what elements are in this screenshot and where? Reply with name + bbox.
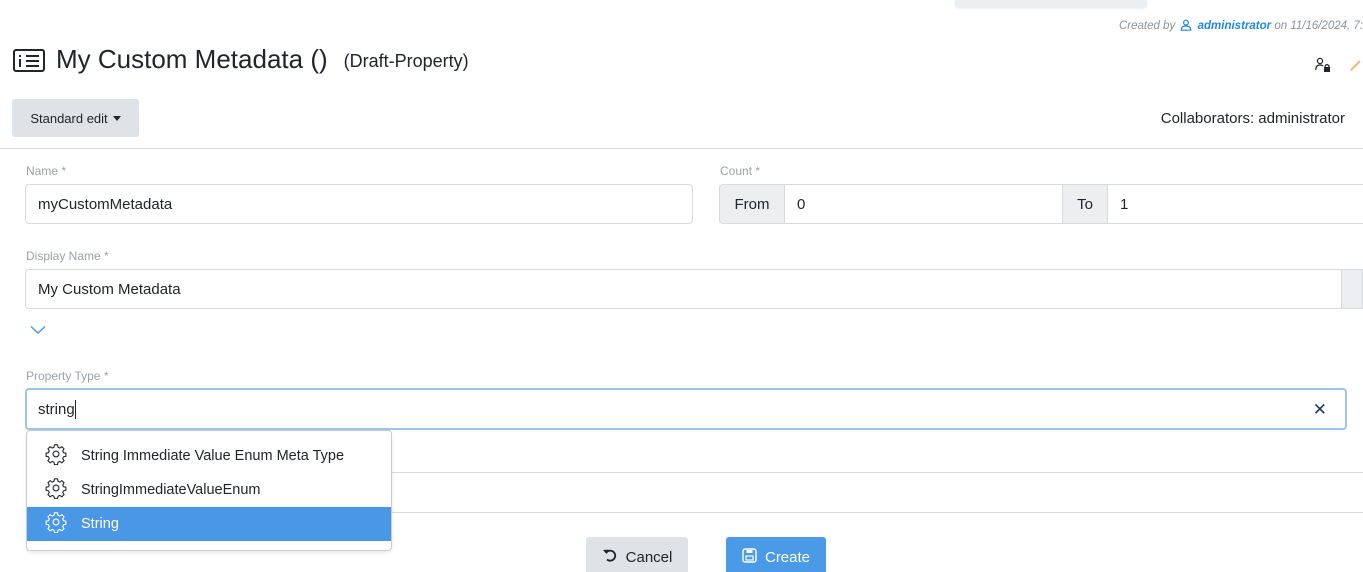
top-notification-strip xyxy=(955,0,1147,8)
create-label: Create xyxy=(764,548,811,566)
display-name-input[interactable]: My Custom Metadata xyxy=(25,269,1343,309)
close-icon[interactable]: ✕ xyxy=(1313,401,1327,418)
caret-down-icon xyxy=(112,115,121,121)
page-header: My Custom Metadata () (Draft-Property) xyxy=(12,44,469,75)
save-icon xyxy=(742,547,757,567)
edit-icon[interactable] xyxy=(1349,57,1363,78)
created-prefix: Created by xyxy=(1118,20,1176,32)
create-button[interactable]: Create xyxy=(726,537,826,572)
display-name-label: Display Name * xyxy=(26,249,109,263)
property-type-input[interactable]: string ✕ xyxy=(25,388,1347,430)
created-by-line: Created by administrator on 11/16/2024, … xyxy=(1119,19,1363,34)
gear-icon xyxy=(45,477,67,503)
name-input[interactable]: myCustomMetadata xyxy=(25,184,693,224)
header-actions xyxy=(1315,57,1363,78)
undo-icon xyxy=(602,547,618,567)
count-to-addon: To xyxy=(1062,184,1108,224)
dropdown-option[interactable]: String Immediate Value Enum Meta Type xyxy=(27,439,391,473)
display-name-addon[interactable] xyxy=(1341,269,1363,309)
dropdown-option-label: String xyxy=(81,516,119,532)
count-to-input[interactable]: 1 xyxy=(1108,184,1363,224)
created-suffix: on 11/16/2024, 7: xyxy=(1274,20,1363,32)
standard-edit-dropdown[interactable]: Standard edit xyxy=(12,99,139,137)
author-link[interactable]: administrator xyxy=(1198,20,1272,32)
cancel-button[interactable]: Cancel xyxy=(586,537,688,572)
user-lock-icon[interactable] xyxy=(1315,57,1331,78)
count-from-addon: From xyxy=(719,184,785,224)
property-type-dropdown: String Immediate Value Enum Meta Type St… xyxy=(26,430,392,551)
row-divider xyxy=(392,512,1363,513)
status-label: (Draft-Property) xyxy=(343,51,469,71)
row-divider xyxy=(392,472,1363,473)
gear-icon xyxy=(45,511,67,537)
list-card-icon xyxy=(12,45,46,75)
count-label: Count * xyxy=(720,164,761,178)
dropdown-option-label: StringImmediateValueEnum xyxy=(81,482,261,498)
header-divider xyxy=(0,148,1363,149)
gear-icon xyxy=(45,443,67,469)
property-type-label: Property Type * xyxy=(26,369,109,383)
dropdown-option-selected[interactable]: String xyxy=(27,507,391,541)
dropdown-option-label: String Immediate Value Enum Meta Type xyxy=(81,448,345,464)
standard-edit-label: Standard edit xyxy=(30,110,108,126)
count-from-input[interactable]: 0 xyxy=(785,184,1062,224)
chevron-down-icon[interactable] xyxy=(30,322,46,340)
cancel-label: Cancel xyxy=(625,548,673,566)
user-icon xyxy=(1180,19,1192,34)
name-label: Name * xyxy=(26,164,67,178)
dropdown-option[interactable]: StringImmediateValueEnum xyxy=(27,473,391,507)
text-caret xyxy=(74,399,76,419)
page-title: My Custom Metadata () xyxy=(56,44,328,74)
collaborators-label: Collaborators: administrator xyxy=(1160,110,1345,127)
property-type-value: string xyxy=(38,400,75,418)
